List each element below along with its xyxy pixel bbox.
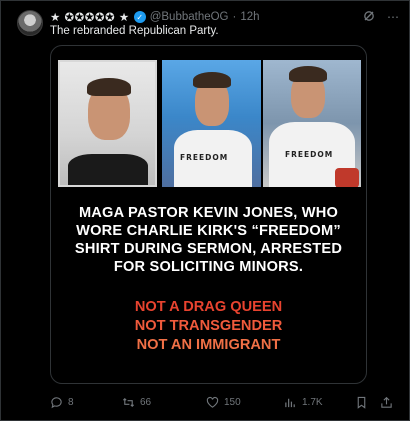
mugshot-photo (58, 60, 157, 187)
image-headline: MAGA PASTOR KEVIN JONES, WHO WORE CHARLI… (74, 205, 343, 275)
tweet-text: The rebranded Republican Party. (50, 25, 219, 37)
like-button[interactable]: 150 (206, 396, 241, 409)
tweet-time[interactable]: 12h (240, 11, 259, 23)
bookmark-button[interactable] (355, 396, 368, 409)
tweet-image[interactable]: FREEDOM FREEDOM MAGA PASTOR KEVIN JONES,… (50, 45, 367, 384)
reply-icon (51, 396, 62, 408)
more-icon[interactable]: ⋯ (387, 10, 399, 25)
views-count: 1.7K (302, 396, 323, 408)
image-tags: NOT A DRAG QUEEN NOT TRANSGENDER NOT AN … (59, 298, 358, 355)
views-button[interactable]: 1.7K (284, 396, 323, 409)
share-icon (381, 396, 392, 408)
photo-hair (87, 78, 131, 96)
repost-button[interactable]: 66 (122, 396, 151, 409)
header-actions: ⋯ (363, 10, 399, 25)
red-hat (335, 168, 359, 187)
verified-badge-icon: ✓ (133, 11, 146, 23)
photo-hair (193, 72, 231, 88)
author-display-name[interactable]: ★ ✪✪✪✪✪ ★ (50, 10, 130, 24)
tweet-header: ★ ✪✪✪✪✪ ★ ✓ @BubbatheOG · 12h ⋯ (50, 9, 399, 25)
author-handle[interactable]: @BubbatheOG (150, 11, 229, 23)
tag-line: NOT TRANSGENDER (134, 318, 283, 334)
reply-button[interactable]: 8 (50, 396, 74, 409)
repost-icon (122, 397, 135, 407)
bookmark-icon (357, 396, 366, 409)
shirt-text: FREEDOM (180, 153, 229, 162)
repost-count: 66 (140, 396, 152, 408)
like-count: 150 (224, 396, 241, 408)
shirt-text: FREEDOM (285, 150, 334, 159)
kirk-photo: FREEDOM (263, 60, 361, 187)
sermon-photo: FREEDOM (162, 60, 261, 187)
tag-line: NOT A DRAG QUEEN (134, 299, 283, 315)
action-bar: 8 66 150 1.7K (50, 392, 397, 412)
avatar[interactable] (17, 10, 43, 36)
share-button[interactable] (380, 396, 393, 409)
photo-hair (289, 66, 327, 82)
tweet-card[interactable]: ★ ✪✪✪✪✪ ★ ✓ @BubbatheOG · 12h ⋯ The rebr… (0, 0, 410, 421)
tag-line: NOT AN IMMIGRANT (136, 337, 281, 353)
like-icon (206, 396, 219, 408)
separator-dot: · (232, 11, 237, 23)
reply-count: 8 (68, 396, 74, 408)
grok-icon[interactable] (363, 10, 375, 25)
photo-shirt (68, 154, 148, 185)
views-icon (285, 398, 295, 407)
